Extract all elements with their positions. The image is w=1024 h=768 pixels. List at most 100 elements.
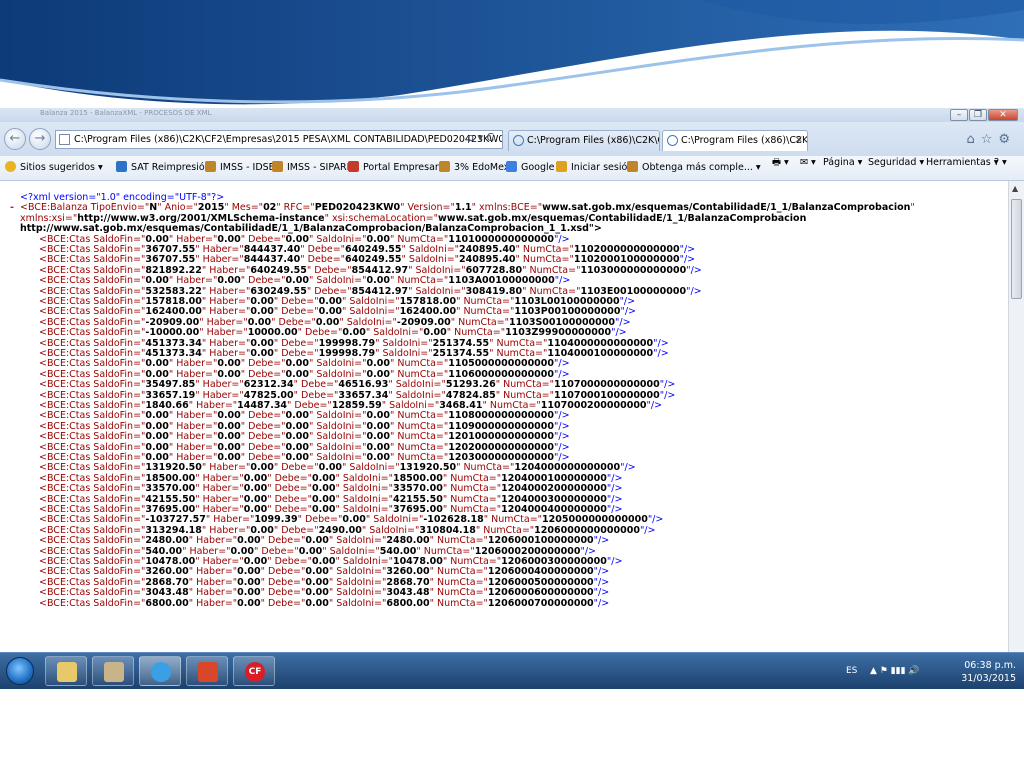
xml-ctas-row: <BCE:Ctas SaldoFin="6800.00" Haber="0.00… [39,597,610,609]
favorite-obtenga-mas[interactable]: Obtenga más comple... ▾ [627,161,761,174]
xml-tag: <BCE:Balanza [20,202,88,214]
xml-value: 2015 [197,202,225,214]
tools-menu[interactable]: Herramientas ▾ [926,156,999,169]
scroll-thumb[interactable] [1011,199,1022,299]
page-icon [439,161,450,172]
minimize-button[interactable]: – [950,109,968,121]
favorites-bar: Sitios sugeridos ▾ SAT Reimpresión IMSS … [0,156,1024,181]
fav-label: Iniciar sesión [571,162,634,173]
favorite-sat[interactable]: SAT Reimpresión [116,161,211,174]
mail-menu: ✉ ▾ [800,157,816,168]
vertical-scrollbar[interactable]: ▲ ▼ [1008,181,1024,686]
fav-label: IMSS - SIPARE [287,162,353,173]
internet-explorer-icon [151,662,171,682]
xml-attr: " Version=" [400,202,455,214]
taskbar: CF ES ▲ ⚑ ▮▮▮ 🔊 06:38 p.m. 31/03/2015 [0,652,1024,689]
browser-window: Balanza 2015 - BalanzaXML - PROCESOS DE … [0,108,1024,686]
xml-viewer: <?xml version="1.0" encoding="UTF-8"?> -… [0,181,1008,686]
address-text: C:\Program Files (x86)\C2K\CF2\Empresas\… [74,134,503,145]
page-icon [272,161,283,172]
xml-value: www.sat.gob.mx/esquemas/ContabilidadE/1_… [542,202,911,214]
favorite-edomex[interactable]: 3% EdoMex [439,161,509,174]
xml-value: 1.1 [454,202,472,214]
title-bar: Balanza 2015 - BalanzaXML - PROCESOS DE … [0,108,1024,122]
fav-label: Sitios sugeridos ▾ [20,162,103,173]
xml-attr: xmlns:xsi=" [20,212,78,224]
fav-label: Portal Empresarial [363,162,450,173]
xml-attr: " xmlns:BCE=" [471,202,543,214]
star-icon [5,161,16,172]
arrow-left-icon: ← [9,131,21,146]
xml-value: http://www.w3.org/2001/XMLSchema-instanc… [77,212,325,224]
xml-attr: " xsi:schemaLocation=" [324,212,439,224]
print-menu: ▾ [784,157,789,168]
xml-attr: " Mes=" [224,202,264,214]
back-button[interactable]: ← [4,128,26,150]
taskbar-explorer[interactable] [92,656,134,686]
favorite-portal-empresarial[interactable]: Portal Empresarial [348,161,450,174]
xml-value: http://www.sat.gob.mx/esquemas/Contabili… [20,223,589,235]
xml-value: www.sat.gob.mx/esquemas/ContabilidadE/1_… [438,212,807,224]
ie-page-icon [513,135,524,146]
page-menu[interactable]: Página ▾ [823,156,862,169]
fav-label: IMSS - IDSE [220,162,275,173]
mail-button[interactable]: ✉ ▾ [800,156,816,169]
help-menu[interactable]: ? ▾ [994,156,1007,169]
office-icon [198,662,218,682]
tab-1[interactable]: C:\Program Files (x86)\C2K\CF... [508,130,660,151]
window-title: Balanza 2015 - BalanzaXML - PROCESOS DE … [40,109,212,117]
cf-icon: CF [245,662,265,682]
clock-time[interactable]: 06:38 p.m. [964,660,1016,671]
scroll-up-icon[interactable]: ▲ [1012,184,1018,193]
address-bar[interactable]: C:\Program Files (x86)\C2K\CF2\Empresas\… [55,130,503,149]
system-tray: ES ▲ ⚑ ▮▮▮ 🔊 06:38 p.m. 31/03/2015 [846,657,1016,685]
tab-close-icon[interactable]: ✕ [795,131,803,150]
tab-2[interactable]: C:\Program Files (x86)\C2K\... ✕ [662,130,808,151]
printer-icon: 🖶 [772,157,781,168]
taskbar-internet-explorer[interactable] [139,656,181,686]
xml-value: 02 [263,202,277,214]
page-icon [205,161,216,172]
maximize-button[interactable]: ❐ [969,109,987,121]
google-icon [506,161,517,172]
xml-value: N [149,202,158,214]
taskbar-folder[interactable] [45,656,87,686]
windows-icon [556,161,567,172]
arrow-right-icon: → [34,131,46,146]
tab-2-label: C:\Program Files (x86)\C2K\... [681,135,808,146]
xml-attr: " RFC=" [276,202,315,214]
print-button[interactable]: 🖶 ▾ [772,156,789,169]
navigation-bar: ← → C:\Program Files (x86)\C2K\CF2\Empre… [0,122,1024,157]
favorite-iniciar-sesion[interactable]: Iniciar sesión [556,161,633,174]
sat-icon [116,161,127,172]
page-icon [59,134,70,145]
favorite-sitios-sugeridos[interactable]: Sitios sugeridos ▾ [5,161,103,174]
favorite-imss-idse[interactable]: IMSS - IDSE [205,161,275,174]
xml-attr: TipoEnvio=" [87,202,150,214]
language-indicator[interactable]: ES [846,666,857,676]
fav-label: Obtenga más comple... ▾ [642,162,761,173]
xml-value: PED020423KW0 [314,202,401,214]
favorite-imss-sipare[interactable]: IMSS - SIPARE [272,161,353,174]
clock-date[interactable]: 31/03/2015 [961,673,1016,684]
xml-attr: " Anio=" [157,202,198,214]
address-tools[interactable]: ρ ▾ C [467,131,494,144]
fav-label: Google [521,162,555,173]
taskbar-cf[interactable]: CF [233,656,275,686]
ie-page-icon [667,135,678,146]
tray-icons[interactable]: ▲ ⚑ ▮▮▮ 🔊 [870,666,920,676]
fav-label: SAT Reimpresión [131,162,211,173]
favorite-google[interactable]: Google [506,161,555,174]
xml-value: "> [588,223,602,235]
home-favorites-tools-icons[interactable]: ⌂☆⚙ [966,132,1016,147]
collapse-toggle[interactable]: - [10,202,14,213]
forward-button[interactable]: → [29,128,51,150]
start-button[interactable] [6,657,34,685]
taskbar-office[interactable] [186,656,228,686]
explorer-icon [104,662,124,682]
close-button[interactable]: ✕ [988,109,1018,121]
security-menu[interactable]: Seguridad ▾ [868,156,924,169]
slide-banner [0,0,1024,105]
page-icon [627,161,638,172]
portal-icon [348,161,359,172]
